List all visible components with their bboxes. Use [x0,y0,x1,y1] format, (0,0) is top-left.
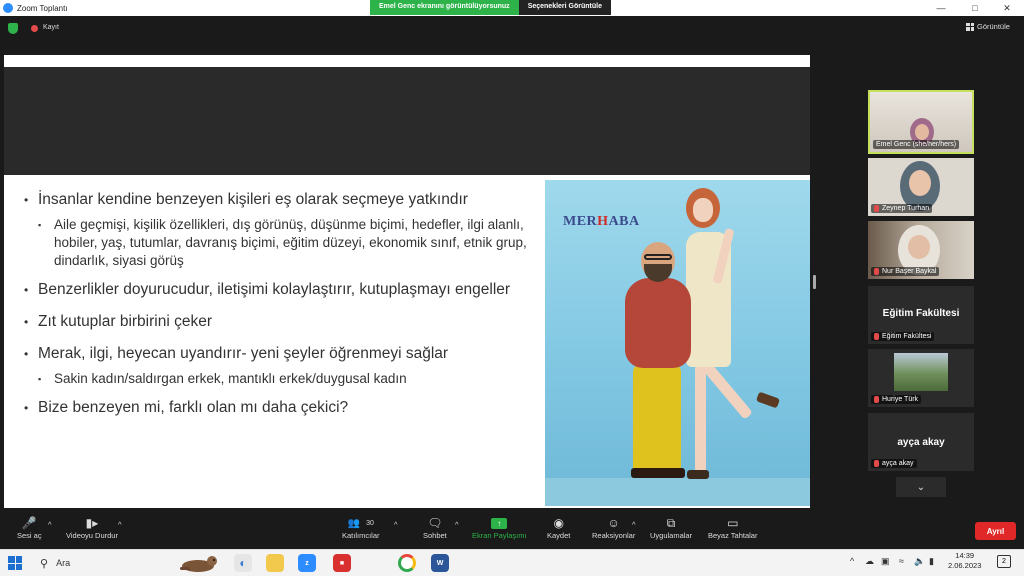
participant-tile[interactable]: Eğitim Fakültesi Eğitim Fakültesi [868,286,974,344]
view-button[interactable]: Görüntüle [966,22,1010,31]
participant-name: Emel Genc (she/her/hers) [873,140,960,149]
security-shield-icon[interactable] [8,23,18,34]
app-title: Zoom Toplantı [17,3,68,13]
bullet-item: • Benzerlikler doyurucudur, iletişimi kol… [24,281,511,298]
tray-cloud-icon[interactable]: ☁ [865,556,874,567]
otter-illustration-icon [180,556,217,572]
zoom-window: Zoom Toplantı Emel Genc ekranını görüntü… [0,0,1024,576]
muted-mic-icon [874,205,879,212]
leave-button[interactable]: Ayrıl [975,522,1016,540]
share-screen-button[interactable]: ↑ Ekran Paylaşımı [472,515,527,540]
participant-tile[interactable]: ayça akay ayça akay [868,413,974,471]
muted-mic-icon [874,333,879,340]
title-bar: Zoom Toplantı Emel Genc ekranını görüntü… [0,0,1024,16]
tray-chevron-icon[interactable]: ^ [850,556,854,566]
muted-mic-icon [874,460,879,467]
meeting-info-strip [0,16,1024,40]
wifi-icon[interactable]: ≈ [899,556,904,566]
record-button[interactable]: ◉ Kaydet [547,515,570,540]
panel-resize-handle[interactable] [813,275,816,289]
apps-button[interactable]: ⧉ Uygulamalar [650,515,692,541]
screen-share-banner: Emel Genc ekranını görüntülüyorsunuz Seç… [370,0,611,15]
chat-options-caret[interactable]: ^ [455,520,459,529]
recording-dot-icon [31,25,38,32]
maximize-icon[interactable]: □ [958,0,992,16]
bullet-item: • Merak, ilgi, heyecan uyandırır- yeni şe… [24,345,449,362]
shared-slide: • İnsanlar kendine benzeyen kişileri eş o… [4,55,810,508]
minimize-icon[interactable]: — [924,0,958,16]
audio-options-caret[interactable]: ^ [48,520,52,529]
participant-tile[interactable]: Huriye Türk [868,349,974,407]
participant-tile[interactable]: Nur Başer Baykal [868,221,974,279]
chat-button[interactable]: 🗨 Sohbet [423,515,447,540]
tray-display-icon[interactable]: ▣ [881,556,890,567]
whiteboards-button[interactable]: ▭ Beyaz Tahtalar [708,515,757,540]
unmute-button[interactable]: 🎤 Sesi aç [17,515,42,540]
couple-photo: MERHABA [545,180,810,506]
slide-header-band [4,67,810,175]
gallery-scroll-down-button[interactable]: ⌄ [896,477,946,497]
reactions-options-caret[interactable]: ^ [632,520,636,529]
apps-icon: ⧉ [666,515,676,530]
battery-icon[interactable]: ▮ [929,556,934,567]
grid-view-icon [966,22,974,31]
search-icon: ⚲ [40,557,49,570]
whiteboard-icon: ▭ [727,516,739,530]
stop-video-button[interactable]: ▮▸ Videoyu Durdur [66,515,118,540]
volume-icon[interactable]: 🔈 [914,556,925,567]
participant-name: Zeynep Turhan [871,204,933,213]
sub-bullet-item: ▪ Aile geçmişi, kişilik özellikleri, dış … [38,217,527,268]
muted-mic-icon [874,268,879,275]
bullet-item: • İnsanlar kendine benzeyen kişileri eş o… [24,191,468,208]
file-explorer-icon[interactable] [266,554,284,572]
slide-bullets: • İnsanlar kendine benzeyen kişileri eş o… [24,190,544,424]
participant-tile[interactable]: Emel Genc (she/her/hers) [868,90,974,154]
windows-start-icon[interactable] [8,556,22,570]
zoom-app-icon[interactable]: z [298,554,316,572]
recording-label: Kayıt [43,24,59,31]
participant-display-name: ayça akay [897,437,945,448]
muted-mic-icon [874,396,879,403]
notification-center-icon[interactable]: 2 [997,555,1011,568]
sub-bullet-item: ▪ Sakin kadın/saldırgan erkek, mantıklı e… [38,371,407,386]
participants-button[interactable]: 👥 30 Katılımcılar [342,515,380,541]
word-icon[interactable]: W [431,554,449,572]
taskview-icon[interactable]: ◐ [234,554,252,572]
participant-name: ayça akay [871,459,917,468]
participant-name: Huriye Türk [871,395,922,404]
photo-brand-text: MERHABA [563,214,640,229]
search-label: Ara [56,558,71,568]
close-icon[interactable]: ✕ [990,0,1024,16]
share-screen-icon: ↑ [491,515,508,531]
participant-name: Nur Başer Baykal [871,267,940,276]
chrome-icon[interactable] [398,554,416,572]
chat-bubble-icon: 🗨 [427,516,443,530]
participant-tile[interactable]: Zeynep Turhan [868,158,974,216]
participant-photo [894,353,948,391]
zoom-logo-icon [3,3,13,13]
view-label: Görüntüle [977,22,1010,31]
record-icon: ◉ [553,516,564,530]
video-options-caret[interactable]: ^ [118,520,122,529]
video-camera-icon: ▮▸ [85,516,99,530]
muted-microphone-icon: 🎤 [21,516,37,530]
chevron-down-icon: ⌄ [916,481,926,493]
participants-icon: 👥 30 [347,517,374,529]
view-options-button[interactable]: Seçenekleri Görüntüle [518,0,611,15]
reactions-button[interactable]: ☺ Reaksiyonlar [592,515,635,540]
smiley-icon: ☺ [607,516,620,530]
participants-options-caret[interactable]: ^ [394,520,398,529]
bullet-item: • Zıt kutuplar birbirini çeker [24,313,213,330]
bullet-item: • Bize benzeyen mi, farklı olan mı daha ç… [24,399,349,416]
participant-display-name: Eğitim Fakültesi [882,308,960,319]
meet-app-icon[interactable]: ■ [333,554,351,572]
share-notice: Emel Genc ekranını görüntülüyorsunuz [370,0,519,15]
participant-name: Eğitim Fakültesi [871,332,935,341]
taskbar-clock[interactable]: 14:39 2.06.2023 [948,551,981,571]
